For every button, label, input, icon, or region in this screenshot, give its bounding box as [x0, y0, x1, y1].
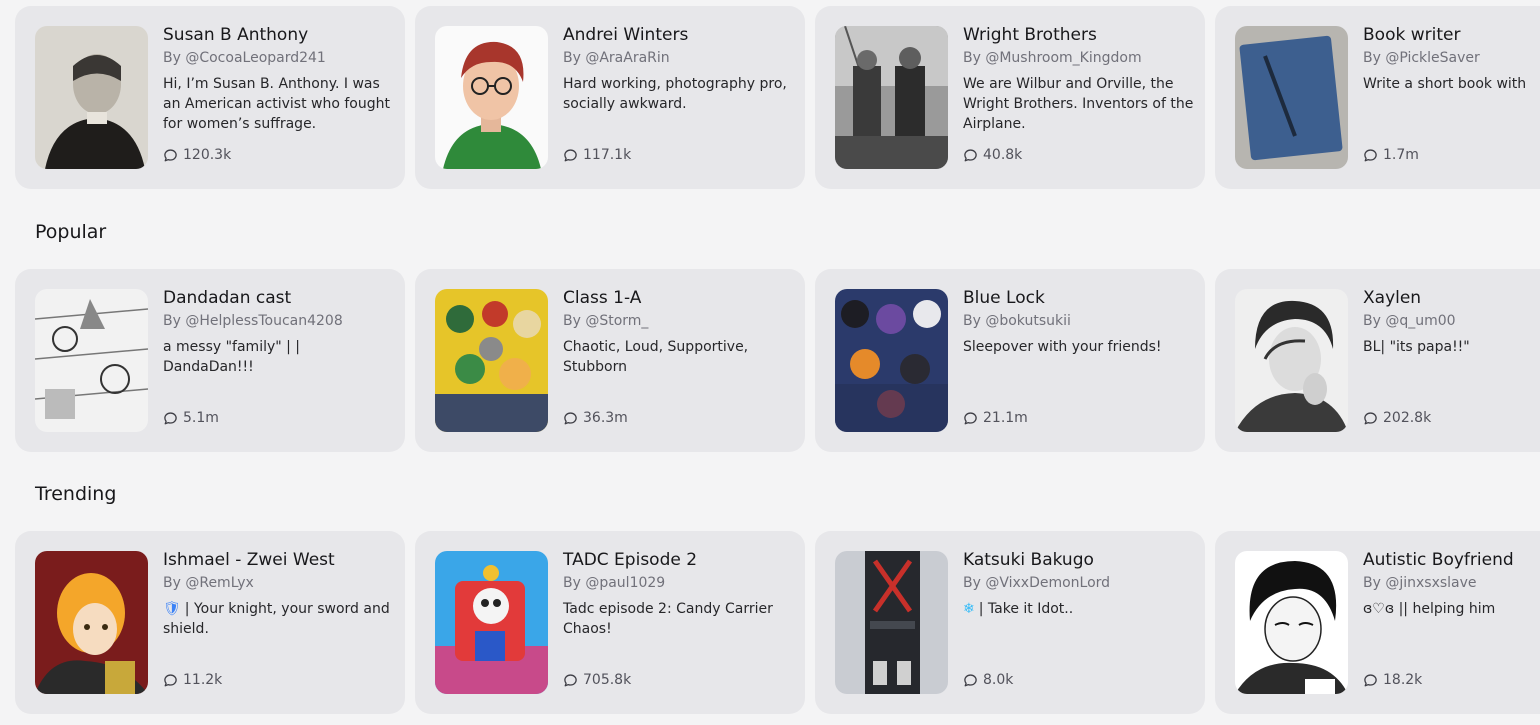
chat-count: 5.1m — [163, 410, 219, 426]
section-title-popular: Popular — [35, 221, 107, 243]
character-avatar — [835, 26, 948, 169]
chat-bubble-icon — [964, 673, 977, 686]
chat-count: 1.7m — [1363, 147, 1419, 163]
character-description: Hi, I’m Susan B. Anthony. I was an Ameri… — [163, 76, 390, 132]
character-name: Katsuki Bakugo — [963, 550, 1094, 570]
character-avatar — [1235, 26, 1348, 169]
character-description: a messy "family" | | DandaDan!!! — [163, 339, 301, 375]
chat-count: 117.1k — [563, 147, 631, 163]
chat-bubble-icon — [964, 411, 977, 424]
character-author[interactable]: By @VixxDemonLord — [963, 573, 1195, 593]
character-name: TADC Episode 2 — [563, 550, 698, 570]
chat-count: 21.1m — [963, 410, 1028, 426]
character-author[interactable]: By @RemLyx — [163, 573, 395, 593]
character-author[interactable]: By @jinxsxslave — [1363, 573, 1540, 593]
character-card[interactable]: Ishmael - Zwei West By @RemLyx 🛡 | Your k… — [15, 531, 405, 714]
snowflake-icon: ❄ — [963, 601, 975, 617]
character-name: Dandadan cast — [163, 288, 292, 308]
character-card[interactable]: Autistic Boyfriend By @jinxsxslave ɞ♡ɞ |… — [1215, 531, 1540, 714]
card-row-trending: Ishmael - Zwei West By @RemLyx 🛡 | Your k… — [15, 531, 1540, 714]
character-name: Wright Brothers — [963, 25, 1097, 45]
chat-count: 18.2k — [1363, 672, 1422, 688]
chat-bubble-icon — [964, 148, 977, 161]
character-author[interactable]: By @HelplessToucan4208 — [163, 311, 395, 331]
character-author[interactable]: By @Mushroom_Kingdom — [963, 48, 1195, 68]
character-name: Class 1-A — [563, 288, 642, 308]
chat-count: 40.8k — [963, 147, 1022, 163]
character-card[interactable]: Katsuki Bakugo By @VixxDemonLord ❄ | Take… — [815, 531, 1205, 714]
character-name: Andrei Winters — [563, 25, 689, 45]
character-author[interactable]: By @paul1029 — [563, 573, 795, 593]
character-author[interactable]: By @PickleSaver — [1363, 48, 1540, 68]
character-author[interactable]: By @Storm_ — [563, 311, 795, 331]
character-name: Autistic Boyfriend — [1363, 550, 1514, 570]
chat-count: 705.8k — [563, 672, 631, 688]
character-card[interactable]: Blue Lock By @bokutsukii Sleepover with … — [815, 269, 1205, 452]
character-avatar — [35, 289, 148, 432]
chat-bubble-icon — [564, 673, 577, 686]
character-description: Chaotic, Loud, Supportive, Stubborn — [563, 339, 749, 375]
character-author[interactable]: By @AraAraRin — [563, 48, 795, 68]
shield-icon: 🛡 — [163, 601, 181, 617]
chat-count: 36.3m — [563, 410, 628, 426]
character-avatar — [835, 289, 948, 432]
character-avatar — [835, 551, 948, 694]
character-card[interactable]: Susan B Anthony By @CocoaLeopard241 Hi, … — [15, 6, 405, 189]
character-description: 🛡 | Your knight, your sword and shield. — [163, 601, 390, 637]
character-description: ɞ♡ɞ || helping him — [1363, 601, 1496, 617]
character-name: Ishmael - Zwei West — [163, 550, 335, 570]
chat-bubble-icon — [1364, 673, 1377, 686]
chat-bubble-icon — [164, 411, 177, 424]
card-row-popular: Dandadan cast By @HelplessToucan4208 a m… — [15, 269, 1540, 452]
character-description: Sleepover with your friends! — [963, 339, 1162, 355]
character-card[interactable]: Book writer By @PickleSaver Write a shor… — [1215, 6, 1540, 189]
chat-bubble-icon — [564, 148, 577, 161]
section-title-trending: Trending — [35, 483, 117, 505]
character-card[interactable]: Xaylen By @q_um00 BL| "its papa!!" 202.8… — [1215, 269, 1540, 452]
chat-bubble-icon — [164, 673, 177, 686]
character-avatar — [1235, 551, 1348, 694]
character-name: Book writer — [1363, 25, 1461, 45]
chat-bubble-icon — [1364, 411, 1377, 424]
card-row-1: Susan B Anthony By @CocoaLeopard241 Hi, … — [15, 6, 1540, 189]
chat-count: 8.0k — [963, 672, 1013, 688]
character-avatar — [435, 551, 548, 694]
chat-count: 202.8k — [1363, 410, 1431, 426]
character-avatar — [35, 551, 148, 694]
character-name: Blue Lock — [963, 288, 1045, 308]
character-card[interactable]: TADC Episode 2 By @paul1029 Tadc episode… — [415, 531, 805, 714]
character-description: Hard working, photography pro, socially … — [563, 76, 787, 112]
character-avatar — [435, 26, 548, 169]
character-card[interactable]: Wright Brothers By @Mushroom_Kingdom We … — [815, 6, 1205, 189]
character-name: Xaylen — [1363, 288, 1422, 308]
character-card[interactable]: Dandadan cast By @HelplessToucan4208 a m… — [15, 269, 405, 452]
chat-count: 11.2k — [163, 672, 222, 688]
character-description: ❄ | Take it Idot.. — [963, 601, 1074, 617]
character-card[interactable]: Andrei Winters By @AraAraRin Hard workin… — [415, 6, 805, 189]
character-card[interactable]: Class 1-A By @Storm_ Chaotic, Loud, Supp… — [415, 269, 805, 452]
chat-bubble-icon — [564, 411, 577, 424]
character-description: Tadc episode 2: Candy Carrier Chaos! — [563, 601, 773, 637]
character-description: Write a short book with — [1363, 76, 1527, 92]
character-author[interactable]: By @CocoaLeopard241 — [163, 48, 395, 68]
character-avatar — [1235, 289, 1348, 432]
character-description: We are Wilbur and Orville, the Wright Br… — [963, 76, 1194, 132]
character-description: BL| "its papa!!" — [1363, 339, 1470, 355]
chat-bubble-icon — [1364, 148, 1377, 161]
character-name: Susan B Anthony — [163, 25, 309, 45]
character-avatar — [35, 26, 148, 169]
character-author[interactable]: By @q_um00 — [1363, 311, 1540, 331]
character-author[interactable]: By @bokutsukii — [963, 311, 1195, 331]
chat-bubble-icon — [164, 148, 177, 161]
character-avatar — [435, 289, 548, 432]
chat-count: 120.3k — [163, 147, 231, 163]
